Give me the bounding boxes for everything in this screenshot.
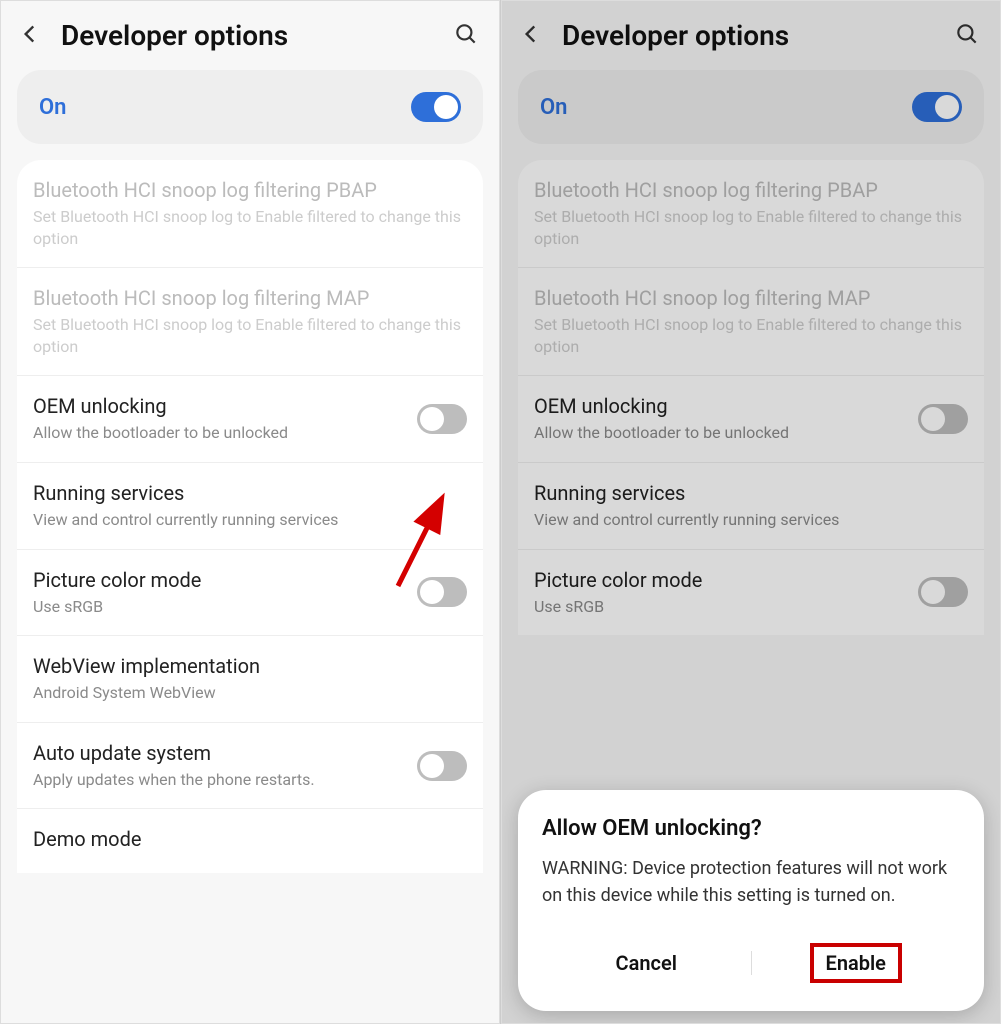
header: Developer options bbox=[502, 1, 1000, 70]
master-toggle-label: On bbox=[39, 95, 66, 120]
item-picture-color-mode[interactable]: Picture color mode Use sRGB bbox=[17, 550, 483, 637]
master-toggle-label: On bbox=[540, 95, 567, 120]
item-oem-unlocking[interactable]: OEM unlocking Allow the bootloader to be… bbox=[518, 376, 984, 463]
item-running-services[interactable]: Running services View and control curren… bbox=[17, 463, 483, 550]
back-icon[interactable] bbox=[518, 21, 544, 51]
page-title: Developer options bbox=[562, 19, 936, 52]
dialog-title: Allow OEM unlocking? bbox=[542, 816, 960, 841]
header: Developer options bbox=[1, 1, 499, 70]
picture-color-toggle[interactable] bbox=[918, 577, 968, 607]
item-bt-pbap: Bluetooth HCI snoop log filtering PBAP S… bbox=[17, 160, 483, 268]
cancel-button[interactable]: Cancel bbox=[542, 941, 751, 985]
page-title: Developer options bbox=[61, 19, 435, 52]
screen-left: Developer options On Bluetooth HCI snoop… bbox=[0, 0, 500, 1024]
item-demo-mode[interactable]: Demo mode bbox=[17, 809, 483, 873]
oem-unlocking-toggle[interactable] bbox=[417, 404, 467, 434]
auto-update-toggle[interactable] bbox=[417, 751, 467, 781]
item-oem-unlocking[interactable]: OEM unlocking Allow the bootloader to be… bbox=[17, 376, 483, 463]
dialog-actions: Cancel Enable bbox=[542, 933, 960, 993]
master-toggle[interactable] bbox=[411, 92, 461, 122]
oem-unlocking-toggle[interactable] bbox=[918, 404, 968, 434]
item-picture-color-mode[interactable]: Picture color mode Use sRGB bbox=[518, 550, 984, 636]
item-bt-map: Bluetooth HCI snoop log filtering MAP Se… bbox=[518, 268, 984, 376]
enable-button-highlight: Enable bbox=[810, 943, 902, 983]
dialog-body: WARNING: Device protection features will… bbox=[542, 855, 960, 909]
screen-right: Developer options On Bluetooth HCI snoop… bbox=[501, 0, 1001, 1024]
enable-button[interactable]: Enable bbox=[752, 933, 961, 993]
picture-color-toggle[interactable] bbox=[417, 577, 467, 607]
master-toggle-card[interactable]: On bbox=[518, 70, 984, 144]
back-icon[interactable] bbox=[17, 21, 43, 51]
master-toggle-card[interactable]: On bbox=[17, 70, 483, 144]
item-webview[interactable]: WebView implementation Android System We… bbox=[17, 636, 483, 723]
settings-list: Bluetooth HCI snoop log filtering PBAP S… bbox=[17, 160, 483, 873]
settings-list: Bluetooth HCI snoop log filtering PBAP S… bbox=[518, 160, 984, 635]
search-icon[interactable] bbox=[453, 21, 479, 51]
oem-unlock-dialog: Allow OEM unlocking? WARNING: Device pro… bbox=[518, 790, 984, 1011]
item-bt-map: Bluetooth HCI snoop log filtering MAP Se… bbox=[17, 268, 483, 376]
item-running-services[interactable]: Running services View and control curren… bbox=[518, 463, 984, 550]
item-bt-pbap: Bluetooth HCI snoop log filtering PBAP S… bbox=[518, 160, 984, 268]
item-auto-update[interactable]: Auto update system Apply updates when th… bbox=[17, 723, 483, 810]
master-toggle[interactable] bbox=[912, 92, 962, 122]
search-icon[interactable] bbox=[954, 21, 980, 51]
